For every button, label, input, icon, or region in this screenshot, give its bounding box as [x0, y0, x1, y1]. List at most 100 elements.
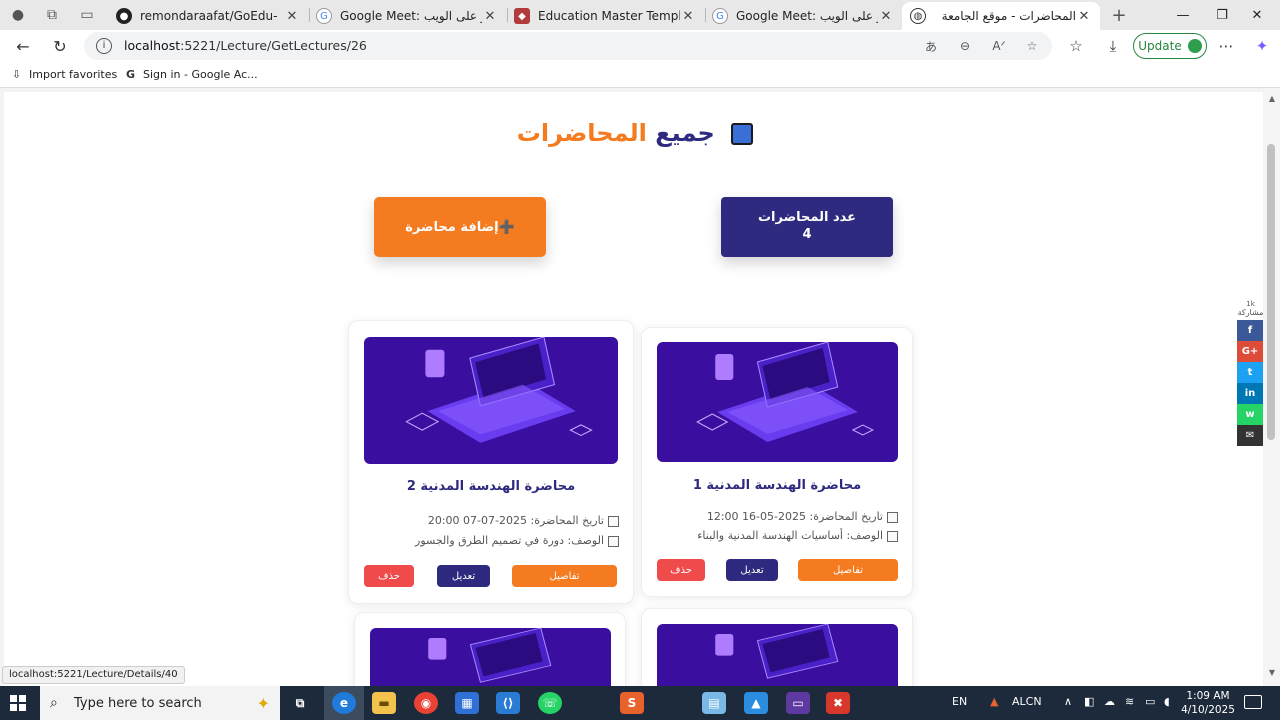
tab-google-meet-2[interactable]: G Google Meet: مكالمات فيديو على الويب ✕ — [704, 2, 902, 30]
lecture-date: تاريخ المحاضرة: 2025-07-07 20:00 — [349, 514, 633, 527]
update-label: Update — [1138, 39, 1182, 53]
app-icon[interactable]: ✖ — [826, 692, 850, 714]
close-tab-icon[interactable]: ✕ — [680, 9, 696, 24]
cloud-icon[interactable]: ☁ — [1104, 695, 1115, 708]
taskbar-search[interactable]: ⌕ Type here to search ✦ — [40, 686, 280, 720]
lecture-date-text: تاريخ المحاضرة: 2025-07-07 20:00 — [427, 514, 604, 527]
workspaces-icon[interactable]: ⧉ — [41, 5, 63, 25]
clock-time: 1:09 AM — [1186, 690, 1230, 702]
tab-lectures[interactable]: ◍ المحاضرات - موقع الجامعة ✕ — [902, 2, 1100, 30]
search-icon: ⌕ — [50, 695, 58, 711]
translate-icon[interactable]: あ — [921, 37, 941, 55]
favorite-label: Import favorites — [29, 68, 118, 81]
update-button[interactable]: Update — [1133, 33, 1207, 59]
add-lecture-button[interactable]: ➕إضافة محاضرة — [374, 197, 546, 257]
wifi-icon[interactable]: ≋ — [1125, 695, 1134, 708]
book-icon — [731, 123, 754, 145]
read-aloud-icon[interactable]: Aᐟ — [989, 37, 1009, 55]
notes-icon[interactable]: ▤ — [702, 692, 726, 714]
favorite-import[interactable]: ⇩ Import favorites — [10, 68, 117, 81]
new-tab-icon[interactable]: + — [1108, 5, 1130, 26]
url-text[interactable]: localhost:5221/Lecture/GetLectures/26 — [124, 38, 367, 53]
edge-icon[interactable]: e — [332, 692, 356, 714]
edit-button[interactable]: تعديل — [726, 559, 778, 581]
tab-github[interactable]: ● remondaraafat/GoEdu- ✕ — [108, 2, 308, 30]
calendar-icon — [887, 511, 898, 523]
downloads-icon[interactable]: ⤓ — [1101, 35, 1125, 57]
sublime-icon[interactable]: S — [620, 692, 644, 714]
address-bar[interactable]: i localhost:5221/Lecture/GetLectures/26 … — [84, 32, 1052, 60]
battery-icon[interactable]: ▭ — [1145, 695, 1155, 708]
close-tab-icon[interactable]: ✕ — [284, 9, 300, 24]
refresh-icon[interactable]: ↻ — [46, 34, 74, 58]
url-host: localhost — [124, 38, 181, 53]
lecture-title[interactable]: محاضرة الهندسة المدنية 1 — [642, 478, 912, 493]
whatsapp-icon[interactable]: w — [1237, 404, 1263, 425]
details-button[interactable]: تفاصيل — [512, 565, 617, 587]
scroll-icon — [608, 535, 619, 547]
back-arrow-icon[interactable]: ← — [9, 34, 37, 58]
close-tab-icon[interactable]: ✕ — [878, 9, 894, 24]
tab-actions-icon[interactable]: ▭ — [76, 5, 98, 25]
task-view-icon[interactable]: ⧉ — [288, 692, 312, 714]
favorite-google-signin[interactable]: G Sign in - Google Ac... — [124, 68, 258, 81]
more-menu-icon[interactable]: ⋯ — [1214, 35, 1238, 57]
close-tab-icon[interactable]: ✕ — [1076, 9, 1092, 24]
meet-now-icon[interactable]: ◧ — [1084, 695, 1094, 708]
profile-icon[interactable]: ● — [7, 5, 29, 25]
whatsapp-app-icon[interactable]: ☏ — [538, 692, 562, 714]
scrollbar-thumb[interactable] — [1267, 144, 1275, 440]
clock[interactable]: 1:09 AM 4/10/2025 — [1180, 689, 1236, 717]
url-path: :5221/Lecture/GetLectures/26 — [180, 38, 367, 53]
favorites-bar: ⇩ Import favorites G Sign in - Google Ac… — [0, 62, 1280, 88]
lecture-description-text: الوصف: أساسيات الهندسة المدنية والبناء — [697, 529, 883, 542]
app-tray-icon[interactable]: ▲ — [990, 695, 998, 708]
facebook-icon[interactable]: f — [1237, 320, 1263, 341]
volume-icon[interactable]: ◖ — [1164, 695, 1170, 708]
close-window-button[interactable]: ✕ — [1234, 0, 1280, 30]
email-icon[interactable]: ✉ — [1237, 425, 1263, 446]
show-hidden-icons[interactable]: ∧ — [1064, 695, 1072, 708]
tray-app-label[interactable]: ALCN — [1012, 695, 1042, 708]
zoom-out-icon[interactable]: ⊖ — [955, 37, 975, 55]
laptop-illustration — [657, 624, 898, 686]
details-button[interactable]: تفاصيل — [798, 559, 898, 581]
lecture-thumbnail — [657, 342, 898, 462]
favorite-star-icon[interactable]: ☆ — [1022, 37, 1042, 55]
language-indicator[interactable]: EN — [952, 695, 967, 708]
twitter-icon[interactable]: t — [1237, 362, 1263, 383]
lecture-thumbnail — [657, 624, 898, 686]
tab-title: remondaraafat/GoEdu- — [140, 9, 278, 23]
edit-button[interactable]: تعديل — [437, 565, 490, 587]
photos-icon[interactable]: ▲ — [744, 692, 768, 714]
lectures-page: جميع المحاضرات ➕إضافة محاضرة عدد المحاضر… — [4, 92, 1263, 686]
site-info-icon[interactable]: i — [96, 38, 112, 54]
windows-taskbar: ⌕ Type here to search ✦ ⧉ e ▬ ◉ ▦ ⟨⟩ ☏ S… — [0, 686, 1280, 720]
share-count: 1k — [1246, 300, 1255, 308]
close-tab-icon[interactable]: ✕ — [482, 9, 498, 24]
tab-title: Google Meet: مكالمات فيديو على الويب — [340, 9, 482, 23]
scroll-up-icon[interactable]: ▲ — [1267, 94, 1277, 104]
visual-studio-icon[interactable]: ▭ — [786, 692, 810, 714]
delete-button[interactable]: حذف — [364, 565, 414, 587]
scroll-down-icon[interactable]: ▼ — [1267, 668, 1277, 678]
page-scrollbar[interactable]: ▲ ▼ — [1264, 88, 1280, 686]
chrome-icon[interactable]: ◉ — [414, 692, 438, 714]
lecture-thumbnail — [370, 628, 611, 686]
lecture-count-label: عدد المحاضرات — [757, 210, 857, 225]
browser-tab-bar: ● ⧉ ▭ ● remondaraafat/GoEdu- ✕ G Google … — [0, 0, 1280, 30]
delete-button[interactable]: حذف — [657, 559, 705, 581]
tab-google-meet-1[interactable]: G Google Meet: مكالمات فيديو على الويب ✕ — [308, 2, 506, 30]
file-explorer-icon[interactable]: ▬ — [372, 692, 396, 714]
favorites-icon[interactable]: ☆ — [1064, 35, 1088, 57]
tab-education-master[interactable]: ◆ Education Master Template ✕ — [506, 2, 704, 30]
notification-icon[interactable] — [1244, 695, 1262, 709]
google-plus-icon[interactable]: G+ — [1237, 341, 1263, 362]
store-icon[interactable]: ▦ — [455, 692, 479, 714]
copilot-icon[interactable]: ✦ — [1250, 35, 1274, 57]
lecture-count-box: عدد المحاضرات 4 — [721, 197, 893, 257]
lecture-title[interactable]: محاضرة الهندسة المدنية 2 — [349, 479, 633, 494]
vscode-icon[interactable]: ⟨⟩ — [496, 692, 520, 714]
windows-start-icon[interactable] — [10, 695, 26, 711]
linkedin-icon[interactable]: in — [1237, 383, 1263, 404]
